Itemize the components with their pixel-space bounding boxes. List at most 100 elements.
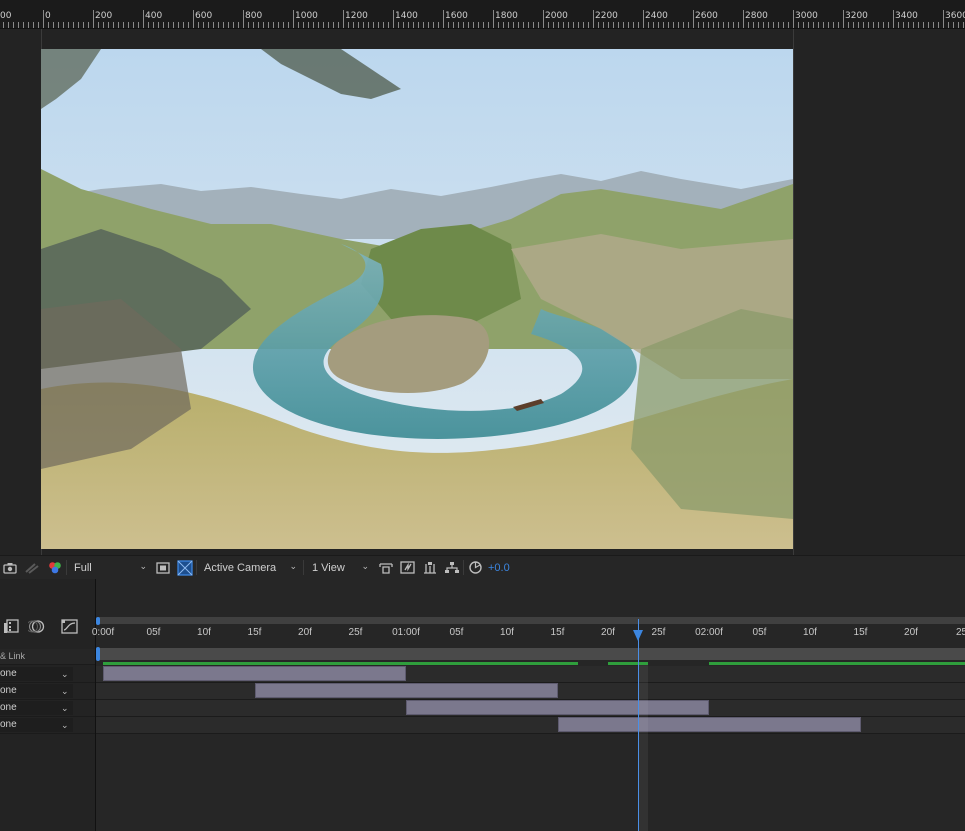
region-of-interest-icon[interactable]	[156, 558, 170, 577]
parent-dropdown[interactable]: one ⌄	[0, 684, 73, 698]
horizontal-ruler: 00 0 200 400 600 800 1000 1200 1400 1600 1800 2000 2…	[0, 0, 965, 29]
time-ruler-label: 02:00f	[695, 627, 723, 638]
layer-row: one ⌄	[0, 717, 95, 734]
layer-row: one ⌄	[0, 683, 95, 700]
current-frame-highlight	[639, 665, 649, 831]
toolbar-separator	[196, 560, 197, 575]
layer-row: one ⌄	[0, 700, 95, 717]
ruler-tick-label: 2000	[545, 11, 568, 21]
layer-clip[interactable]	[103, 666, 406, 681]
reset-exposure-icon[interactable]	[468, 558, 483, 577]
camera-dropdown[interactable]: Active Camera ⌄	[199, 559, 301, 576]
work-area-bar[interactable]	[100, 648, 965, 660]
time-ruler-label: 05f	[752, 627, 767, 638]
comp-flowchart-icon[interactable]	[444, 558, 460, 577]
time-ruler-label: 10f	[803, 627, 817, 638]
ruler-tick-label: 3200	[845, 11, 868, 21]
ruler-tick-label: 2600	[695, 11, 718, 21]
ruler-tick-label: 3000	[795, 11, 818, 21]
time-ruler-label: 10f	[500, 627, 514, 638]
ruler-tick-label: 2400	[645, 11, 668, 21]
parent-dropdown[interactable]: one ⌄	[0, 718, 73, 732]
time-ruler-label: 05f	[449, 627, 464, 638]
graph-editor-icon[interactable]	[61, 619, 79, 637]
comp-icon[interactable]	[3, 619, 19, 637]
time-ruler-label: 20f	[904, 627, 918, 638]
parent-dropdown[interactable]: one ⌄	[0, 701, 73, 715]
ruler-tick-label: 400	[145, 11, 163, 21]
work-area-start-handle[interactable]	[96, 647, 100, 661]
color-channel-icon[interactable]	[47, 558, 63, 577]
fast-preview-icon[interactable]	[400, 558, 416, 577]
time-ruler-label: 10f	[197, 627, 211, 638]
time-ruler-label: 15f	[247, 627, 262, 638]
time-ruler-label: 01:00f	[392, 627, 420, 638]
render-cache-bar	[709, 662, 965, 665]
ruler-tick-label: 00	[0, 11, 12, 21]
ruler-tick-label: 1000	[295, 11, 318, 21]
time-ruler-label: 25	[955, 627, 965, 638]
ruler-tick-label: 1200	[345, 11, 368, 21]
ruler-tick-label: 2200	[595, 11, 618, 21]
view-layout-dropdown[interactable]: 1 View ⌄	[307, 559, 373, 576]
chevron-down-icon: ⌄	[61, 720, 69, 730]
landscape-image	[41, 49, 793, 549]
parent-value: one	[0, 685, 17, 696]
parent-link-header: & Link	[0, 649, 95, 665]
composition-viewer[interactable]	[0, 29, 965, 555]
ruler-tick-label: 0	[45, 11, 51, 21]
timeline-icon[interactable]	[422, 558, 438, 577]
camera-value: Active Camera	[204, 561, 277, 574]
layer-clip[interactable]	[254, 683, 558, 698]
parent-dropdown[interactable]: one ⌄	[0, 667, 73, 681]
ruler-tick-label: 1800	[495, 11, 518, 21]
time-ruler-label: 15f	[550, 627, 565, 638]
timeline-panel: & Link one ⌄ one ⌄ one ⌄ one ⌄ 0:00f 05f…	[0, 579, 965, 831]
parent-value: one	[0, 702, 17, 713]
show-snapshot-icon[interactable]	[25, 558, 39, 577]
time-ruler-label: 15f	[853, 627, 868, 638]
ruler-tick-label: 2800	[745, 11, 768, 21]
chevron-down-icon: ⌄	[361, 561, 369, 571]
ruler-tick-label: 3400	[895, 11, 918, 21]
camera-snapshot-icon[interactable]	[3, 558, 17, 577]
time-ruler-label: 20f	[298, 627, 312, 638]
composition-frame[interactable]	[41, 49, 793, 549]
chevron-down-icon: ⌄	[139, 561, 147, 571]
timeline-tracks[interactable]: 0:00f 05f 10f 15f 20f 25f 01:00f 05f 10f 15f 20f 25…	[92, 579, 965, 831]
ruler-tick-label: 1400	[395, 11, 418, 21]
frame-guide-right	[793, 29, 794, 555]
layer-panel: & Link one ⌄ one ⌄ one ⌄ one ⌄	[0, 579, 96, 831]
ruler-tick-label: 200	[95, 11, 113, 21]
navigator-start-handle[interactable]	[96, 617, 100, 625]
resolution-dropdown[interactable]: Full ⌄	[69, 559, 151, 576]
ruler-tick-label: 800	[245, 11, 263, 21]
time-ruler-label: 20f	[601, 627, 615, 638]
render-cache-bar	[103, 662, 578, 665]
viewer-toolbar: Full ⌄ Active Camera ⌄ 1 View ⌄ +0.0	[0, 555, 965, 580]
time-ruler-label: 05f	[146, 627, 161, 638]
motion-blur-icon[interactable]	[26, 619, 46, 637]
time-navigator[interactable]	[99, 617, 965, 624]
resolution-value: Full	[74, 561, 92, 574]
parent-value: one	[0, 719, 17, 730]
parent-value: one	[0, 668, 17, 679]
current-time-indicator[interactable]	[638, 619, 640, 831]
transparency-grid-icon[interactable]	[177, 558, 193, 577]
chevron-down-icon: ⌄	[61, 669, 69, 679]
ruler-tick-label: 1600	[445, 11, 468, 21]
toolbar-separator	[66, 560, 67, 575]
layer-clip[interactable]	[406, 700, 709, 715]
exposure-value[interactable]: +0.0	[488, 558, 510, 577]
time-ruler-label: 25f	[651, 627, 666, 638]
playhead-icon[interactable]	[633, 630, 644, 641]
layer-row: one ⌄	[0, 666, 95, 683]
toggle-pixel-aspect-icon[interactable]	[378, 558, 394, 577]
layer-clip[interactable]	[557, 717, 861, 732]
time-ruler-label: 25f	[348, 627, 363, 638]
ruler-tick-label: 600	[195, 11, 213, 21]
ruler-tick-label: 3600	[945, 11, 965, 21]
chevron-down-icon: ⌄	[289, 561, 297, 571]
toolbar-separator	[463, 560, 464, 575]
toolbar-separator	[303, 560, 304, 575]
